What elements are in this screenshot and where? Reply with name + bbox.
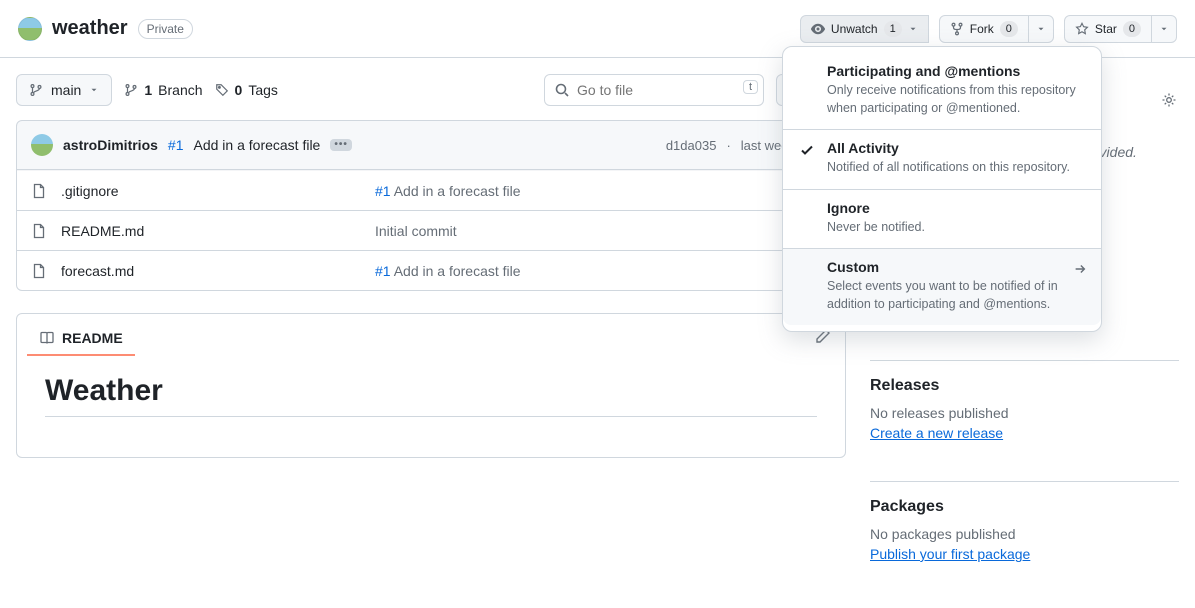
- readme-title: Weather: [45, 374, 817, 417]
- tags-word: Tags: [248, 82, 278, 98]
- repo-name[interactable]: weather: [52, 17, 128, 40]
- branch-name: main: [51, 82, 81, 98]
- commit-more-button[interactable]: •••: [330, 139, 352, 151]
- file-search: t: [544, 74, 764, 106]
- gear-icon[interactable]: [1161, 92, 1177, 108]
- star-label: Star: [1095, 22, 1117, 36]
- watch-menu-item-title: Custom: [827, 259, 1085, 275]
- arrow-right-icon: [1073, 262, 1087, 276]
- tags-count: 0: [235, 82, 243, 98]
- branch-icon: [29, 83, 43, 97]
- watch-menu-item-desc: Only receive notifications from this rep…: [827, 82, 1085, 117]
- search-icon: [554, 82, 570, 98]
- readme-card: README Weather: [16, 313, 846, 458]
- watch-count: 1: [884, 21, 902, 37]
- watch-menu-item[interactable]: All Activity Notified of all notification…: [783, 129, 1101, 189]
- file-commit-msg[interactable]: Initial commit: [375, 223, 831, 239]
- eye-icon: [811, 22, 825, 36]
- caret-down-icon: [1036, 24, 1046, 34]
- file-commit-msg[interactable]: #1 Add in a forecast file: [375, 183, 831, 199]
- branches-link[interactable]: 1 Branch: [124, 82, 202, 98]
- file-row[interactable]: README.md Initial commit: [17, 210, 845, 250]
- watch-menu-item[interactable]: Participating and @mentions Only receive …: [783, 53, 1101, 129]
- star-button-group: Star 0: [1064, 15, 1177, 43]
- file-nav-bar: main 1 Branch 0 Tags t: [16, 74, 846, 106]
- fork-label: Fork: [970, 22, 994, 36]
- commit-author[interactable]: astroDimitrios: [63, 137, 158, 153]
- commit-title[interactable]: Add in a forecast file: [194, 137, 321, 153]
- file-pr-ref[interactable]: #1: [375, 183, 391, 199]
- file-name[interactable]: README.md: [61, 223, 361, 239]
- fork-count: 0: [1000, 21, 1018, 37]
- star-icon: [1075, 22, 1089, 36]
- file-table: .gitignore #1 Add in a forecast file READM…: [16, 170, 846, 291]
- file-row[interactable]: .gitignore #1 Add in a forecast file: [17, 170, 845, 210]
- star-count: 0: [1123, 21, 1141, 37]
- watch-menu-item[interactable]: Custom Select events you want to be notif…: [783, 248, 1101, 325]
- fork-caret-button[interactable]: [1028, 15, 1054, 43]
- search-shortcut: t: [743, 80, 758, 94]
- branches-count: 1: [144, 82, 152, 98]
- file-search-input[interactable]: [544, 74, 764, 106]
- file-name[interactable]: .gitignore: [61, 183, 361, 199]
- fork-button-group: Fork 0: [939, 15, 1054, 43]
- releases-block: Releases No releases published Create a …: [870, 360, 1179, 441]
- star-button[interactable]: Star 0: [1064, 15, 1152, 43]
- file-icon: [31, 183, 47, 199]
- check-icon: [799, 142, 815, 158]
- caret-down-icon: [908, 24, 918, 34]
- watch-menu-item-title: All Activity: [827, 140, 1085, 156]
- file-icon: [31, 223, 47, 239]
- unwatch-label: Unwatch: [831, 22, 878, 36]
- branch-icon: [124, 83, 138, 97]
- releases-none: No releases published: [870, 405, 1179, 421]
- create-release-link[interactable]: Create a new release: [870, 425, 1003, 441]
- commit-sha[interactable]: d1da035: [666, 138, 717, 153]
- watch-menu-item-desc: Never be notified.: [827, 219, 1085, 237]
- watch-menu-item-title: Ignore: [827, 200, 1085, 216]
- book-icon: [39, 330, 55, 346]
- branches-word: Branch: [158, 82, 202, 98]
- readme-tab[interactable]: README: [27, 322, 135, 356]
- watch-menu: Participating and @mentions Only receive …: [782, 46, 1102, 332]
- owner-avatar[interactable]: [18, 17, 42, 41]
- releases-heading: Releases: [870, 377, 1179, 395]
- readme-tab-label: README: [62, 330, 123, 346]
- watch-menu-item[interactable]: Ignore Never be notified.: [783, 189, 1101, 249]
- file-commit-msg[interactable]: #1 Add in a forecast file: [375, 263, 831, 279]
- commit-author-avatar[interactable]: [31, 134, 53, 156]
- file-name[interactable]: forecast.md: [61, 263, 361, 279]
- watch-menu-item-desc: Notified of all notifications on this re…: [827, 159, 1085, 177]
- tag-icon: [215, 83, 229, 97]
- visibility-badge: Private: [138, 19, 193, 39]
- packages-heading: Packages: [870, 498, 1179, 516]
- file-icon: [31, 263, 47, 279]
- watch-menu-item-title: Participating and @mentions: [827, 63, 1085, 79]
- publish-package-link[interactable]: Publish your first package: [870, 546, 1030, 562]
- watch-button-group: Unwatch 1: [800, 15, 929, 43]
- latest-commit-bar: astroDimitrios #1 Add in a forecast file…: [16, 120, 846, 170]
- tags-link[interactable]: 0 Tags: [215, 82, 278, 98]
- fork-button[interactable]: Fork 0: [939, 15, 1029, 43]
- file-row[interactable]: forecast.md #1 Add in a forecast file: [17, 250, 845, 290]
- file-pr-ref[interactable]: #1: [375, 263, 391, 279]
- commit-dot: ·: [726, 138, 730, 153]
- caret-down-icon: [1159, 24, 1169, 34]
- fork-icon: [950, 22, 964, 36]
- watch-menu-item-desc: Select events you want to be notified of…: [827, 278, 1085, 313]
- packages-block: Packages No packages published Publish y…: [870, 481, 1179, 562]
- packages-none: No packages published: [870, 526, 1179, 542]
- caret-down-icon: [89, 85, 99, 95]
- commit-pr-ref[interactable]: #1: [168, 137, 184, 153]
- unwatch-button[interactable]: Unwatch 1: [800, 15, 929, 43]
- star-caret-button[interactable]: [1151, 15, 1177, 43]
- branch-select-button[interactable]: main: [16, 74, 112, 106]
